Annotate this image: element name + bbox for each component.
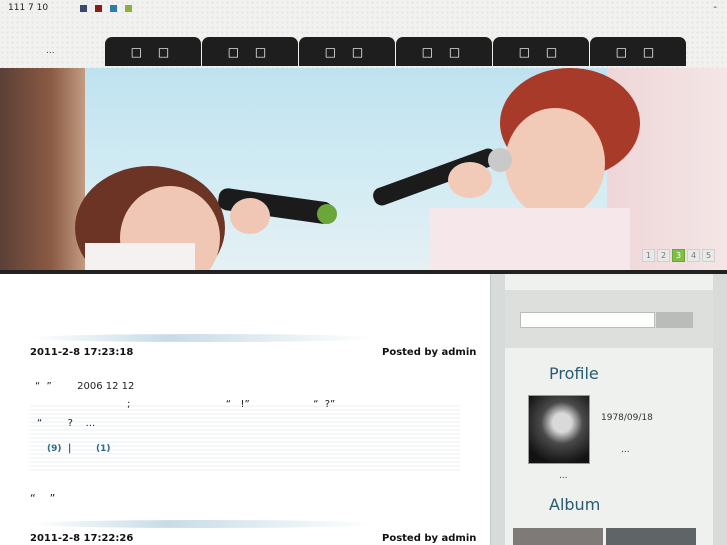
nav-tab-5[interactable]: □ □ — [493, 37, 589, 66]
theme-swatch-navy[interactable] — [80, 5, 87, 12]
header-dash: - — [713, 2, 717, 13]
post-divider — [30, 334, 375, 342]
search-box — [505, 290, 713, 348]
profile-title: Profile — [549, 364, 599, 383]
post-timestamp: 2011-2-8 17:22:26 — [30, 533, 134, 544]
avatar — [528, 395, 590, 464]
theme-swatch-red[interactable] — [95, 5, 102, 12]
post-body-line: “ ? ... — [37, 418, 96, 429]
profile-more-ellipsis[interactable]: ... — [559, 471, 568, 481]
banner-illustration — [75, 68, 640, 273]
post-body-line: ; “ !” “ ?” — [127, 399, 336, 410]
search-button[interactable] — [656, 312, 693, 328]
post-author[interactable]: Posted by admin — [382, 533, 476, 544]
album-title: Album — [549, 495, 601, 514]
banner-page-1[interactable]: 1 — [642, 249, 655, 262]
banner-pager: 1 2 3 4 5 — [642, 249, 715, 262]
hero-banner-image: 1 2 3 4 5 — [0, 68, 727, 273]
profile-birthday: 1978/09/18 — [601, 413, 653, 423]
nav-tab-2[interactable]: □ □ — [202, 37, 298, 66]
nav-tab-4[interactable]: □ □ — [396, 37, 492, 66]
trackback-link[interactable]: (1) — [96, 444, 111, 454]
link-separator: | — [68, 443, 72, 454]
post-title[interactable]: “ ” — [30, 492, 55, 505]
album-thumbnail[interactable] — [513, 528, 603, 545]
post-body-line: “ ” 2006 12 12 — [35, 381, 135, 392]
date-text: 111 7 10 — [8, 3, 49, 13]
theme-swatches — [80, 5, 132, 12]
sidebar: Profile 1978/09/18 ... ... Album — [490, 274, 727, 545]
banner-page-5[interactable]: 5 — [702, 249, 715, 262]
theme-swatch-blue[interactable] — [110, 5, 117, 12]
main-nav: □ □ □ □ □ □ □ □ □ □ □ □ — [105, 37, 686, 66]
comments-link[interactable]: (9) — [47, 444, 62, 454]
banner-page-2[interactable]: 2 — [657, 249, 670, 262]
nav-tab-3[interactable]: □ □ — [299, 37, 395, 66]
post-excerpt-background — [30, 405, 460, 471]
post-author[interactable]: Posted by admin — [382, 347, 476, 358]
search-input[interactable] — [520, 312, 655, 328]
nav-tab-6[interactable]: □ □ — [590, 37, 686, 66]
theme-swatch-green[interactable] — [125, 5, 132, 12]
profile-text-ellipsis: ... — [621, 445, 630, 455]
header-ellipsis: ... — [46, 46, 55, 56]
banner-page-3[interactable]: 3 — [672, 249, 685, 262]
album-thumbnail[interactable] — [606, 528, 696, 545]
nav-tab-1[interactable]: □ □ — [105, 37, 201, 66]
banner-page-4[interactable]: 4 — [687, 249, 700, 262]
post-timestamp: 2011-2-8 17:23:18 — [30, 347, 134, 358]
post-divider — [30, 520, 375, 528]
